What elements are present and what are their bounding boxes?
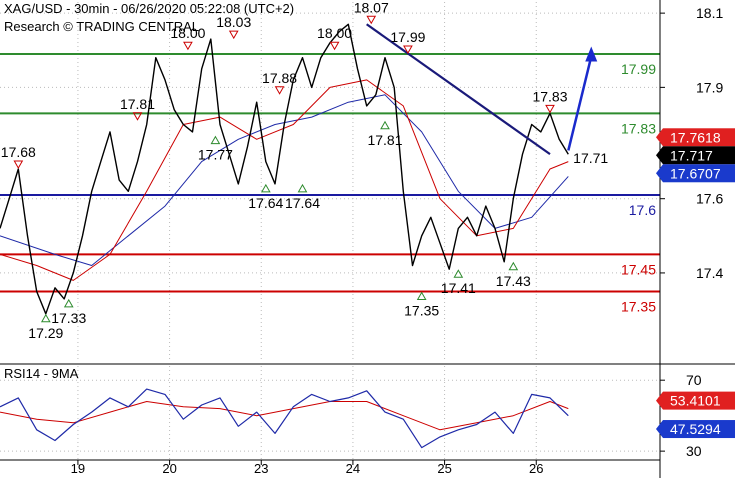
price-annotation: 17.41 [441,280,476,296]
y-tick-label: 17.9 [696,79,723,95]
price-annotation: 17.81 [367,132,402,148]
price-annotation: 17.77 [198,147,233,163]
price-annotation: 18.07 [354,0,389,15]
level-label: 17.6 [629,202,656,218]
price-annotation: 17.68 [1,144,36,160]
chart-subtitle: Research © TRADING CENTRAL [4,19,199,34]
rsi-badge: 53.4101 [670,393,721,409]
x-tick-label: 20 [162,461,176,476]
price-annotation: 17.64 [285,195,320,211]
level-label: 17.99 [621,61,656,77]
price-chart: 17.99 17.83 17.6 17.45 17.35 17.68 17.2917.33… [0,0,735,478]
rsi-title: RSI14 - 9MA [4,366,79,381]
price-annotation: 17.88 [262,70,297,86]
x-tick-label: 23 [254,461,268,476]
rsi-tick-label: 70 [686,372,702,388]
x-tick-label: 19 [71,461,85,476]
level-label: 17.83 [621,120,656,136]
rsi-tick-label: 30 [686,443,702,459]
level-label: 17.45 [621,261,656,277]
price-annotation: 17.29 [28,325,63,341]
price-annotation: 17.64 [248,195,283,211]
price-annotation: 17.81 [120,96,155,112]
level-label: 17.35 [621,298,656,314]
price-annotation: 17.43 [496,273,531,289]
price-annotation: 17.71 [573,150,608,166]
price-badge: 17.7618 [670,129,721,145]
price-annotation: 18.00 [317,25,352,41]
y-tick-label: 18.1 [696,5,723,21]
x-tick-label: 26 [529,461,543,476]
chart-title: XAG/USD - 30min - 06/26/2020 05:22:08 (U… [4,1,294,16]
y-tick-label: 17.4 [696,265,723,281]
x-tick-label: 24 [346,461,360,476]
y-tick-label: 17.6 [696,191,723,207]
price-annotation: 17.33 [51,310,86,326]
price-annotation: 17.83 [532,88,567,104]
price-badge: 17.6707 [670,165,721,181]
price-annotation: 17.35 [404,302,439,318]
rsi-badge: 47.5294 [670,421,721,437]
x-tick-label: 25 [437,461,451,476]
price-annotation: 18.03 [216,14,251,30]
price-annotation: 17.99 [390,29,425,45]
price-badge: 17.717 [670,147,713,163]
